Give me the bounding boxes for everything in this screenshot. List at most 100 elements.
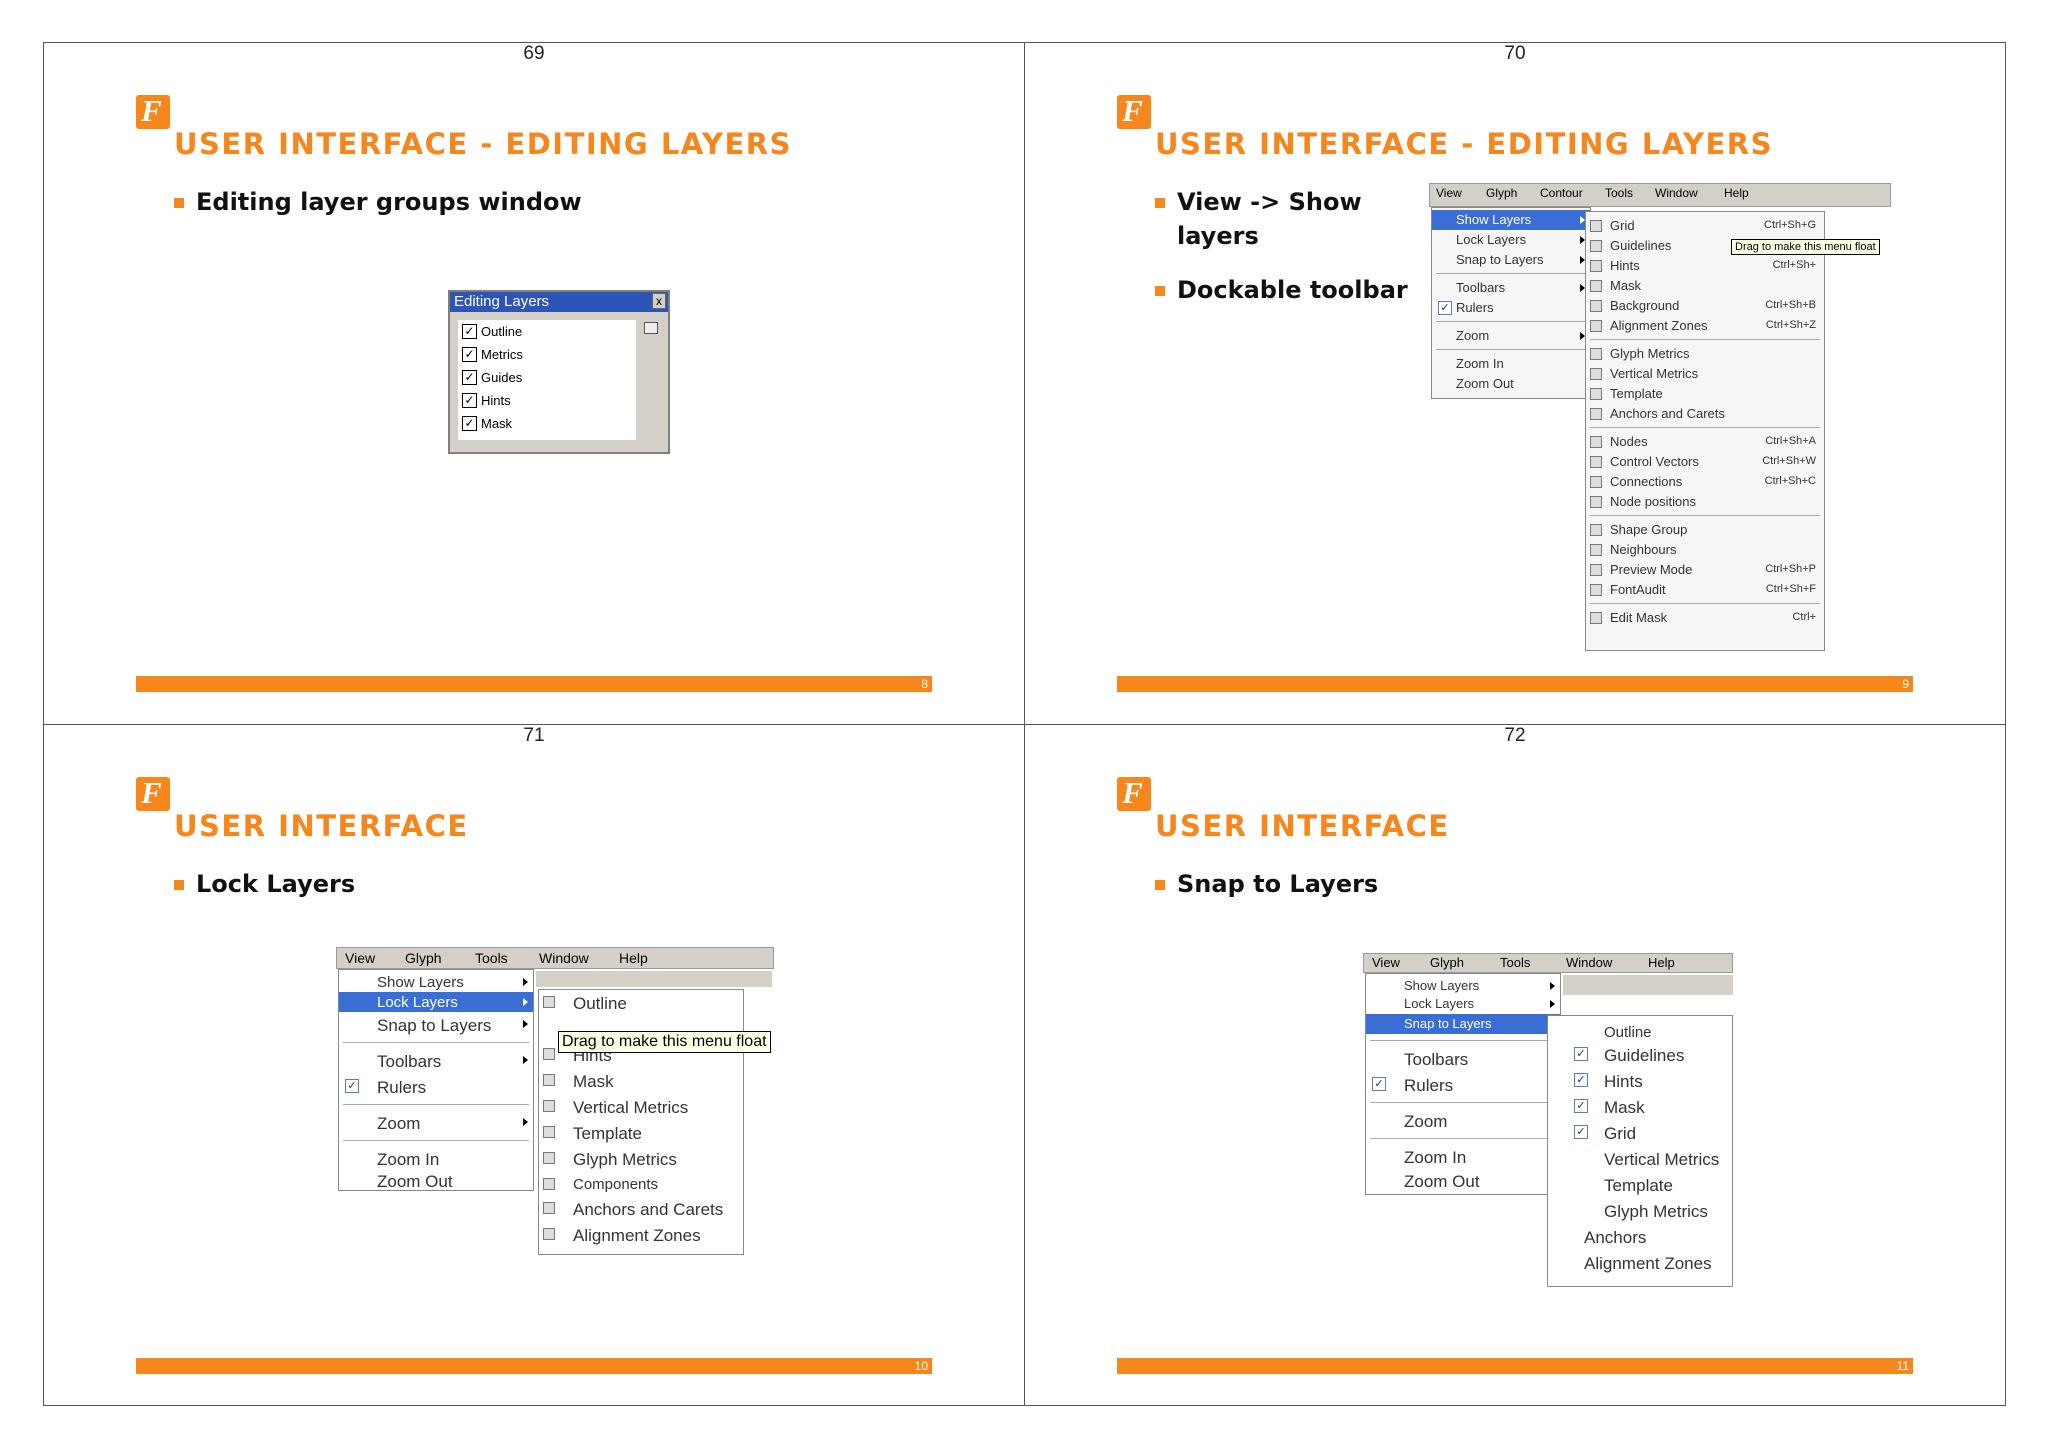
menu-view[interactable]: View xyxy=(1372,955,1400,970)
menu-item-toolbars[interactable]: Toolbars xyxy=(1366,1048,1560,1072)
submenu-item[interactable]: Node positions xyxy=(1586,492,1824,512)
menu-item-zoom-out[interactable]: Zoom Out xyxy=(1432,374,1590,394)
submenu-item[interactable]: Glyph Metrics xyxy=(1586,344,1824,364)
menu-view[interactable]: View xyxy=(1436,186,1462,200)
menu-contour[interactable]: Contour xyxy=(1540,186,1583,200)
slide-title: USER INTERFACE - EDITING LAYERS xyxy=(174,127,792,161)
menu-window[interactable]: Window xyxy=(539,950,589,966)
submenu-item[interactable]: Mask xyxy=(1586,276,1824,296)
menu-help[interactable]: Help xyxy=(619,950,648,966)
submenu-item[interactable]: Shape Group xyxy=(1586,520,1824,540)
anchors-icon xyxy=(1590,408,1602,420)
menu-item-lock-layers[interactable]: Lock Layers xyxy=(339,992,533,1012)
menu-window[interactable]: Window xyxy=(1655,186,1698,200)
menu-item-zoom-out[interactable]: Zoom Out xyxy=(339,1170,533,1192)
submenu-item[interactable]: Anchors xyxy=(1548,1226,1732,1250)
bullet-item: View -> Show layers xyxy=(1155,185,1377,253)
page-number: 72 xyxy=(1504,725,1526,746)
menu-item-toolbars[interactable]: Toolbars xyxy=(1432,278,1590,298)
menu-item-zoom-in[interactable]: Zoom In xyxy=(1432,354,1590,374)
menu-item-zoom[interactable]: Zoom xyxy=(339,1112,533,1136)
slide-72: 72 F USER INTERFACE Snap to Layers View … xyxy=(1025,725,2005,1405)
page-number: 71 xyxy=(523,725,545,746)
submenu-item[interactable]: Vertical Metrics xyxy=(1548,1148,1732,1172)
menu-item-snap-to-layers[interactable]: Snap to Layers xyxy=(1432,250,1590,270)
show-layers-submenu: Grid Ctrl+Sh+G Guidelines Hints Ctrl+Sh+ M… xyxy=(1585,211,1825,651)
menu-help[interactable]: Help xyxy=(1724,186,1749,200)
submenu-item[interactable]: Alignment Zones Ctrl+Sh+Z xyxy=(1586,316,1824,336)
submenu-item[interactable]: Outline xyxy=(1548,1022,1732,1042)
menu-item-zoom-in[interactable]: Zoom In xyxy=(339,1148,533,1172)
menu-item-rulers[interactable]: ✓ Rulers xyxy=(339,1076,533,1100)
menu-bar: View Glyph Contour Tools Window Help xyxy=(1429,183,1891,207)
menu-item-snap-to-layers[interactable]: Snap to Layers xyxy=(339,1014,533,1038)
menu-tools[interactable]: Tools xyxy=(1500,955,1530,970)
submenu-item[interactable]: Edit Mask Ctrl+ xyxy=(1586,608,1824,628)
fontlab-logo-icon: F xyxy=(136,775,170,811)
menu-item-show-layers[interactable]: Show Layers xyxy=(339,972,533,992)
submenu-item[interactable]: Hints Ctrl+Sh+ xyxy=(1586,256,1824,276)
slide-title: USER INTERFACE - EDITING LAYERS xyxy=(1155,127,1773,161)
fontaudit-icon xyxy=(1590,584,1602,596)
submenu-item[interactable]: Vertical Metrics xyxy=(539,1096,743,1120)
submenu-item[interactable]: Glyph Metrics xyxy=(1548,1200,1732,1224)
submenu-item[interactable]: Connections Ctrl+Sh+C xyxy=(1586,472,1824,492)
submenu-item[interactable]: Vertical Metrics xyxy=(1586,364,1824,384)
layer-label: Metrics xyxy=(481,347,523,362)
submenu-item[interactable]: ✓ Guidelines xyxy=(1548,1044,1732,1068)
submenu-item[interactable]: Neighbours xyxy=(1586,540,1824,560)
menu-item-rulers[interactable]: ✓ Rulers xyxy=(1432,298,1590,318)
menu-glyph[interactable]: Glyph xyxy=(1486,186,1517,200)
submenu-item[interactable]: Mask xyxy=(539,1070,743,1094)
layer-label: Hints xyxy=(481,393,511,408)
check-icon: ✓ xyxy=(1574,1073,1588,1087)
background-icon xyxy=(1590,300,1602,312)
submenu-item[interactable]: Preview Mode Ctrl+Sh+P xyxy=(1586,560,1824,580)
submenu-item[interactable]: Background Ctrl+Sh+B xyxy=(1586,296,1824,316)
menu-tools[interactable]: Tools xyxy=(475,950,508,966)
editing-layers-window: Editing Layers x ✓ Outline ✓ Metrics ✓ G… xyxy=(448,290,670,454)
menu-window[interactable]: Window xyxy=(1566,955,1612,970)
menu-icon[interactable] xyxy=(644,322,658,334)
submenu-item[interactable]: Alignment Zones xyxy=(539,1224,743,1248)
menu-glyph[interactable]: Glyph xyxy=(1430,955,1464,970)
window-titlebar[interactable]: Editing Layers x xyxy=(450,292,668,312)
submenu-item[interactable]: Anchors and Carets xyxy=(539,1198,743,1222)
submenu-item[interactable]: Alignment Zones xyxy=(1548,1252,1732,1276)
submenu-item[interactable]: Control Vectors Ctrl+Sh+W xyxy=(1586,452,1824,472)
submenu-item[interactable]: ✓ Mask xyxy=(1548,1096,1732,1120)
menu-item-show-layers[interactable]: Show Layers xyxy=(1432,210,1590,230)
slide-71: 71 F USER INTERFACE Lock Layers View Gly… xyxy=(44,725,1024,1405)
submenu-item[interactable]: Components xyxy=(539,1174,743,1196)
menu-item-zoom[interactable]: Zoom xyxy=(1366,1110,1560,1134)
submenu-item[interactable]: Template xyxy=(1548,1174,1732,1198)
menu-item-zoom-in[interactable]: Zoom In xyxy=(1366,1146,1560,1170)
menu-view[interactable]: View xyxy=(345,950,375,966)
submenu-item[interactable]: Anchors and Carets xyxy=(1586,404,1824,424)
menu-item-lock-layers[interactable]: Lock Layers xyxy=(1432,230,1590,250)
submenu-item[interactable]: ✓ Hints xyxy=(1548,1070,1732,1094)
submenu-item[interactable]: Grid Ctrl+Sh+G xyxy=(1586,216,1824,236)
menu-item-rulers[interactable]: ✓ Rulers xyxy=(1366,1074,1560,1098)
menu-item-zoom-out[interactable]: Zoom Out xyxy=(1366,1170,1560,1194)
toolbar-strip xyxy=(536,971,772,987)
footer-page-number: 9 xyxy=(1902,677,1909,691)
slide-title: USER INTERFACE xyxy=(174,809,469,843)
menu-item-lock-layers[interactable]: Lock Layers xyxy=(1366,994,1560,1014)
menu-glyph[interactable]: Glyph xyxy=(405,950,442,966)
submenu-item[interactable]: Template xyxy=(539,1122,743,1146)
submenu-item[interactable]: Outline xyxy=(539,992,743,1016)
menu-item-show-layers[interactable]: Show Layers xyxy=(1366,976,1560,996)
bullet-item: Editing layer groups window xyxy=(174,185,582,219)
submenu-item[interactable]: Template xyxy=(1586,384,1824,404)
submenu-item[interactable]: Glyph Metrics xyxy=(539,1148,743,1172)
submenu-item[interactable]: Nodes Ctrl+Sh+A xyxy=(1586,432,1824,452)
menu-item-snap-to-layers[interactable]: Snap to Layers xyxy=(1366,1014,1560,1034)
menu-item-toolbars[interactable]: Toolbars xyxy=(339,1050,533,1074)
submenu-item[interactable]: FontAudit Ctrl+Sh+F xyxy=(1586,580,1824,600)
menu-tools[interactable]: Tools xyxy=(1605,186,1633,200)
menu-item-zoom[interactable]: Zoom xyxy=(1432,326,1590,346)
submenu-item[interactable]: ✓ Grid xyxy=(1548,1122,1732,1146)
menu-help[interactable]: Help xyxy=(1648,955,1675,970)
close-button[interactable]: x xyxy=(652,293,666,309)
